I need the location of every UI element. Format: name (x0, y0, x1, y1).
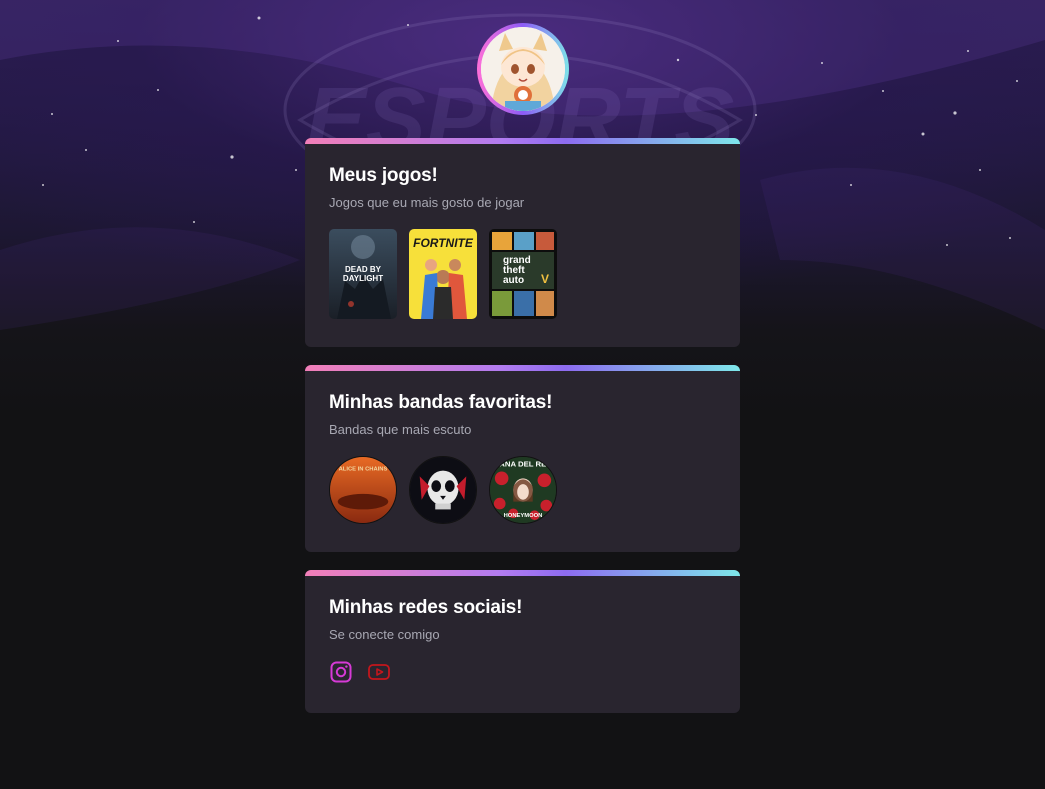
band-cover-image (409, 456, 477, 524)
game-cover-image: DEAD BY DAYLIGHT (329, 229, 397, 319)
game-cover-image: FORTNITE (409, 229, 477, 319)
games-list: DEAD BY DAYLIGHT FORTNITE grand theft au… (329, 229, 716, 319)
card-gradient-bar (305, 138, 740, 144)
games-title: Meus jogos! (329, 165, 438, 186)
youtube-icon (368, 664, 390, 680)
instagram-link[interactable] (329, 660, 353, 684)
bands-subtitle: Bandas que mais escuto (329, 422, 472, 437)
band-cover-image: LANA DEL REY HONEYMOON (489, 456, 557, 524)
band-alice-in-chains[interactable]: ALICE IN CHAINS (329, 456, 397, 524)
game-dead-by-daylight[interactable]: DEAD BY DAYLIGHT (329, 229, 397, 319)
cover-text: DEAD BY (345, 265, 382, 274)
avatar-image (481, 27, 565, 111)
games-subtitle: Jogos que eu mais gosto de jogar (329, 195, 525, 210)
game-fortnite[interactable]: FORTNITE (409, 229, 477, 319)
instagram-icon (330, 661, 352, 683)
game-cover-image: grand theft auto V (489, 229, 557, 319)
band-skull-cover[interactable] (409, 456, 477, 524)
social-title: Minhas redes sociais! (329, 597, 523, 618)
cover-text: FORTNITE (413, 236, 474, 250)
cover-text: HONEYMOON (504, 513, 543, 519)
cover-text: ALICE IN CHAINS (339, 467, 388, 473)
games-card: Meus jogos! Jogos que eu mais gosto de j… (305, 138, 740, 347)
youtube-link[interactable] (367, 660, 391, 684)
card-gradient-bar (305, 365, 740, 371)
cover-text: auto (503, 275, 524, 286)
cover-text: LANA DEL REY (495, 460, 553, 469)
social-subtitle: Se conecte comigo (329, 627, 440, 642)
card-gradient-bar (305, 570, 740, 576)
game-gta-v[interactable]: grand theft auto V (489, 229, 557, 319)
band-cover-image: ALICE IN CHAINS (329, 456, 397, 524)
cover-text: DAYLIGHT (343, 274, 383, 283)
social-card: Minhas redes sociais! Se conecte comigo (305, 570, 740, 713)
bands-list: ALICE IN CHAINS LANA DEL REY HONEYMOON (329, 456, 716, 524)
bands-title: Minhas bandas favoritas! (329, 392, 553, 413)
bands-card: Minhas bandas favoritas! Bandas que mais… (305, 365, 740, 552)
social-links (329, 660, 716, 684)
band-lana-del-rey[interactable]: LANA DEL REY HONEYMOON (489, 456, 557, 524)
profile-avatar (477, 23, 569, 115)
cover-text: V (541, 272, 549, 286)
